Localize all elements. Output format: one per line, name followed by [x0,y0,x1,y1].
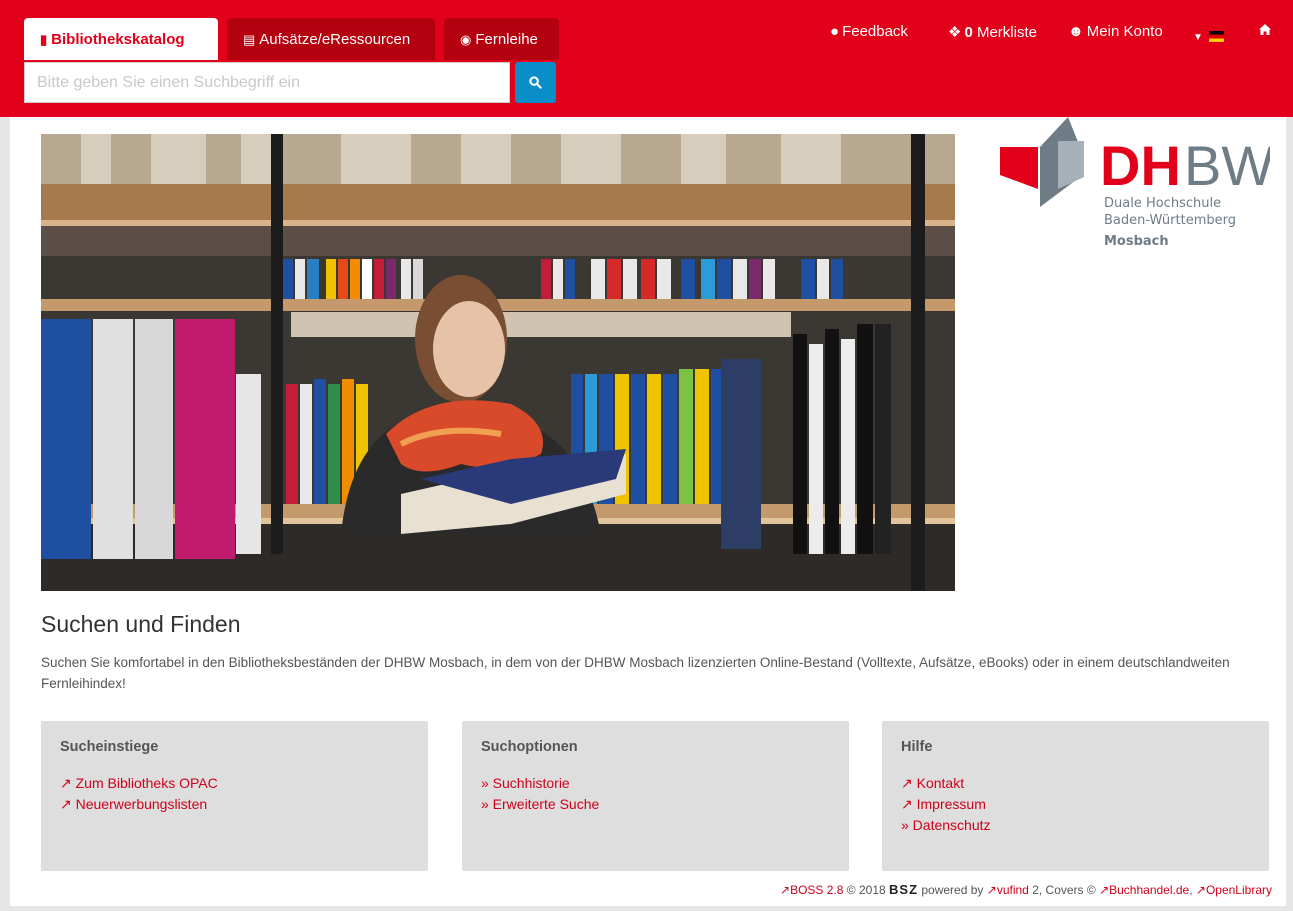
external-link-icon: ↗ [901,796,913,812]
merkliste-count: 0 [964,24,973,41]
globe-icon: ◉ [460,32,472,47]
panel-suchoptionen: Suchoptionen » Suchhistorie » Erweiterte… [462,721,849,871]
openlibrary-link[interactable]: ↗OpenLibrary [1196,883,1272,897]
external-link-icon: ↗ [986,883,997,897]
footer: ↗BOSS 2.8 © 2018 BSZ powered by ↗vufind … [780,882,1272,897]
external-link-icon: ↗ [1195,883,1206,897]
logo-bw-text: BW [1184,134,1270,197]
link-kontakt[interactable]: ↗ Kontakt [901,773,1250,794]
comment-icon: ● [830,23,840,40]
link-impressum[interactable]: ↗ Impressum [901,794,1250,815]
link-suchhistorie[interactable]: » Suchhistorie [481,773,830,794]
external-link-icon: ↗ [60,775,72,791]
link-bibliotheks-opac[interactable]: ↗ Zum Bibliotheks OPAC [60,773,409,794]
pin-icon: ❖ [948,24,962,41]
mein-konto-link[interactable]: ☻ Mein Konto [1068,23,1163,40]
logo-dh-text: DH [1100,134,1181,197]
external-link-icon: ↗ [60,796,72,812]
logo-line2: Baden-Württemberg [1104,213,1236,228]
boss-link[interactable]: ↗BOSS 2.8 [780,883,843,897]
home-icon [1259,24,1271,35]
external-link-icon: ↗ [901,775,913,791]
link-datenschutz[interactable]: » Datenschutz [901,815,1250,836]
language-dropdown[interactable]: ▼ [1193,27,1225,44]
tab-fernleihe[interactable]: ◉ Fernleihe [444,18,559,60]
panel-title: Hilfe [901,739,933,755]
home-link[interactable] [1258,23,1272,40]
merkliste-link[interactable]: ❖ 0 Merkliste [948,23,1037,41]
caret-down-icon: ▼ [1193,32,1203,43]
external-link-icon: ↗ [1099,883,1110,897]
link-erweiterte-suche[interactable]: » Erweiterte Suche [481,794,830,815]
newspaper-icon: ▤ [243,32,256,47]
logo-line3: Mosbach [1104,234,1169,249]
external-link-icon: ↗ [780,883,791,897]
dhbw-logo: DH BW Duale Hochschule Baden-Württemberg… [1000,117,1270,249]
panel-title: Suchoptionen [481,739,578,755]
search-button[interactable] [515,62,556,103]
german-flag-icon [1209,30,1225,42]
bsz-logo: BSZ [889,882,919,897]
page-title: Suchen und Finden [41,611,241,637]
feedback-link[interactable]: ● Feedback [830,23,908,40]
main-content: DH BW Duale Hochschule Baden-Württemberg… [10,117,1286,906]
search-input[interactable] [24,62,510,103]
buchhandel-link[interactable]: ↗Buchhandel.de [1099,883,1189,897]
intro-text: Suchen Sie komfortabel in den Bibliothek… [41,655,1230,691]
tab-bibliothekskatalog[interactable]: ▮ Bibliothekskatalog [24,18,218,60]
user-icon: ☻ [1068,23,1084,40]
book-icon: ▮ [40,32,48,47]
panel-hilfe: Hilfe ↗ Kontakt ↗ Impressum » Datenschut… [882,721,1269,871]
library-hero-photo [41,134,955,591]
logo-line1: Duale Hochschule [1104,196,1221,211]
link-neuerwerbungslisten[interactable]: ↗ Neuerwerbungslisten [60,794,409,815]
search-icon [529,76,542,89]
tab-aufsaetze[interactable]: ▤ Aufsätze/eRessourcen [227,18,435,60]
vufind-link[interactable]: ↗vufind [987,883,1029,897]
panel-title: Sucheinstiege [60,739,159,755]
top-navbar: ▮ Bibliothekskatalog ▤ Aufsätze/eRessource… [0,0,1293,117]
panel-sucheinstiege: Sucheinstiege ↗ Zum Bibliotheks OPAC ↗ N… [41,721,428,871]
